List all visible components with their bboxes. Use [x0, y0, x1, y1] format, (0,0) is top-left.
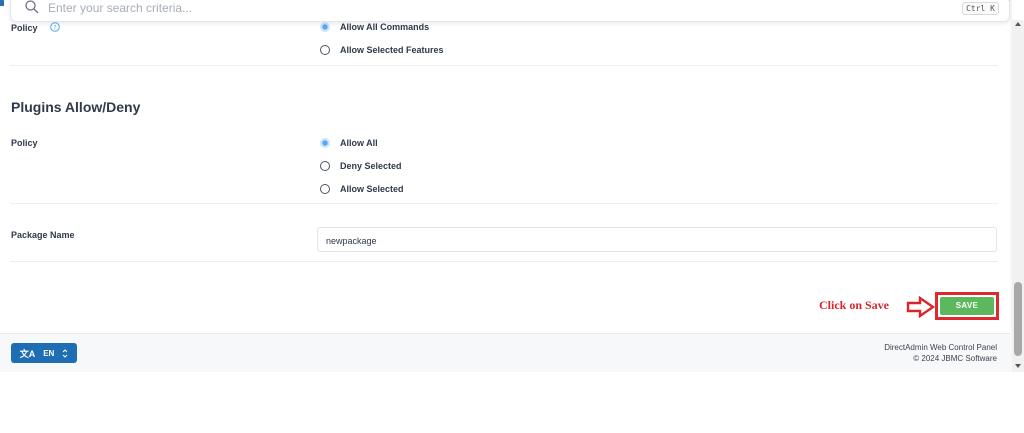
save-highlight-box: SAVE	[935, 292, 999, 320]
scrollbar-thumb[interactable]	[1014, 282, 1022, 356]
divider	[10, 65, 998, 66]
radio-label: Deny Selected	[340, 161, 402, 171]
divider	[10, 261, 998, 262]
package-settings-panel: Policy ? Allow All Commands Allow Select…	[0, 0, 1010, 333]
radio-label: Allow Selected Features	[340, 45, 444, 55]
commands-policy-label: Policy	[11, 23, 38, 33]
search-bar[interactable]: Enter your search criteria... Ctrl K	[10, 0, 1010, 22]
chevron-up-down-icon	[62, 348, 68, 358]
radio-label: Allow Selected	[340, 184, 404, 194]
radio-button[interactable]	[320, 45, 330, 55]
svg-text:?: ?	[53, 23, 56, 31]
save-button[interactable]: SAVE	[940, 297, 994, 315]
divider	[10, 203, 998, 204]
radio-button[interactable]	[320, 161, 330, 171]
search-icon	[25, 0, 39, 14]
radio-label: Allow All	[340, 138, 378, 148]
language-code: EN	[43, 348, 55, 358]
radio-allow-all[interactable]: Allow All	[320, 136, 378, 150]
vertical-scrollbar[interactable]	[1012, 20, 1024, 372]
radio-deny-selected[interactable]: Deny Selected	[320, 159, 402, 173]
plugins-policy-label: Policy	[11, 138, 38, 148]
package-name-input[interactable]: newpackage	[317, 227, 997, 252]
translate-icon: 文A	[19, 348, 36, 359]
radio-label: Allow All Commands	[340, 22, 430, 32]
radio-button-checked[interactable]	[320, 138, 330, 148]
app-container: Policy ? Allow All Commands Allow Select…	[0, 0, 1012, 372]
radio-button[interactable]	[320, 184, 330, 194]
search-input[interactable]: Enter your search criteria...	[48, 1, 192, 15]
radio-allow-selected[interactable]: Allow Selected	[320, 182, 404, 196]
language-selector[interactable]: 文A EN	[11, 343, 77, 363]
arrow-right-icon	[906, 295, 936, 319]
radio-button-checked[interactable]	[320, 22, 330, 32]
footer-copyright-line: © 2024 JBMC Software	[913, 354, 997, 363]
radio-allow-all-commands[interactable]: Allow All Commands	[320, 20, 429, 34]
package-name-label: Package Name	[11, 230, 75, 240]
header-accent-left	[0, 0, 4, 6]
footer-divider	[0, 333, 1010, 334]
footer-product-name: DirectAdmin Web Control Panel	[884, 343, 997, 352]
footer-copyright: DirectAdmin Web Control Panel © 2024 JBM…	[884, 342, 997, 364]
question-circle-icon[interactable]: ?	[50, 22, 60, 32]
radio-allow-selected-features[interactable]: Allow Selected Features	[320, 43, 444, 57]
scroll-down-arrow-icon[interactable]	[1015, 364, 1021, 368]
section-title-plugins: Plugins Allow/Deny	[11, 99, 141, 115]
shortcut-hint: Ctrl K	[962, 2, 999, 15]
click-on-save-annotation: Click on Save	[819, 298, 890, 312]
scroll-up-arrow-icon[interactable]	[1015, 22, 1021, 26]
